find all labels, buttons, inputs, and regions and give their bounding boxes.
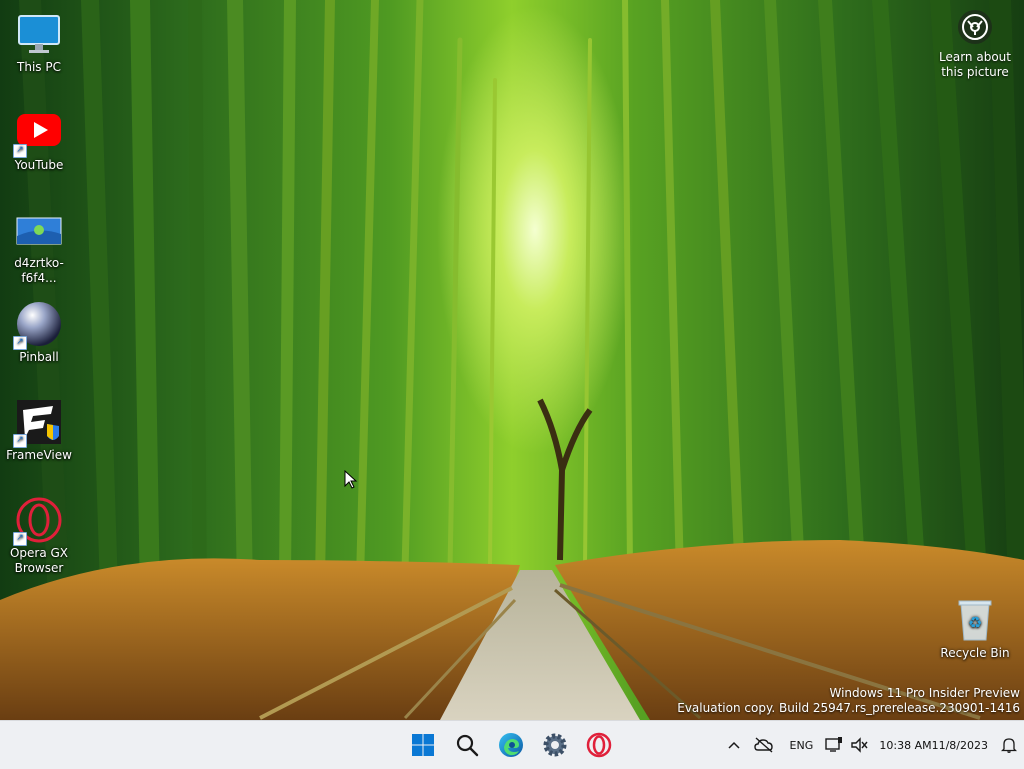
shortcut-arrow-icon: ↗ [13,336,27,350]
desktop-icon-label: Recycle Bin [940,646,1010,660]
speaker-muted-icon [851,737,868,753]
edge-icon [499,733,523,757]
camera-info-icon [958,10,992,44]
search-icon [456,734,479,757]
watermark-edition: Windows 11 Pro Insider Preview [829,686,1020,700]
mouse-cursor-icon [344,470,358,489]
desktop-icon-label: FrameView [6,448,72,462]
opera-gx-icon: ↗ [13,496,63,546]
system-tray: ENG 10:38 AM 11/8/2023 [721,721,1024,769]
edge-button[interactable] [492,726,530,764]
settings-button[interactable] [536,726,574,764]
opera-gx-icon [586,732,612,758]
network-monitor-icon [825,737,843,752]
learn-about-label: Learn about this picture [939,50,1011,79]
desktop-icon-image-file[interactable]: d4zrtko-f6f4... [0,206,78,286]
chevron-up-icon [728,741,740,749]
image-file-icon [15,206,63,254]
bell-icon [1001,738,1017,753]
recycle-bin-icon: ♻ [951,596,999,644]
show-hidden-icons-button[interactable] [721,721,747,769]
svg-text:♻: ♻ [968,613,982,632]
desktop-icon-frameview[interactable]: ↗ FrameView [0,398,78,463]
youtube-icon: ↗ [13,108,63,158]
settings-gear-icon [543,733,567,757]
desktop-icon-this-pc[interactable]: This PC [0,10,78,75]
desktop-icon-label: This PC [17,60,61,74]
network-button[interactable] [821,721,847,769]
desktop-icon-recycle-bin[interactable]: ♻ Recycle Bin [936,596,1014,661]
search-button[interactable] [448,726,486,764]
bamboo-forest-image [0,0,1024,720]
watermark-build: Evaluation copy. Build 25947.rs_prerelea… [677,701,1020,715]
opera-gx-button[interactable] [580,726,618,764]
notifications-button[interactable] [994,721,1024,769]
start-button[interactable] [404,726,442,764]
desktop-icon-label: d4zrtko-f6f4... [14,256,64,285]
windows-start-icon [412,734,434,756]
desktop-icon-pinball[interactable]: ↗ Pinball [0,300,78,365]
onedrive-button[interactable] [747,721,781,769]
frameview-icon: ↗ [13,398,63,448]
language-indicator[interactable]: ENG [781,721,821,769]
desktop-icon-opera-gx[interactable]: ↗ Opera GX Browser [0,496,78,576]
clock-time: 10:38 AM [879,738,932,752]
build-watermark: Windows 11 Pro Insider Preview Evaluatio… [677,686,1020,716]
desktop-icon-youtube[interactable]: ↗ YouTube [0,108,78,173]
shortcut-arrow-icon: ↗ [13,144,27,158]
desktop-icon-label: Pinball [19,350,59,364]
taskbar: ENG 10:38 AM 11/8/2023 [0,720,1024,769]
monitor-icon [15,10,63,58]
taskbar-apps [404,721,618,769]
desktop-wallpaper [0,0,1024,720]
desktop-icon-label: YouTube [14,158,64,172]
volume-button[interactable] [847,721,873,769]
learn-about-picture[interactable]: Learn about this picture [935,10,1015,80]
desktop-icon-label: Opera GX Browser [9,546,69,575]
pinball-icon: ↗ [13,300,63,350]
clock-button[interactable]: 10:38 AM 11/8/2023 [873,738,994,753]
cloud-off-icon [754,737,774,753]
clock-date: 11/8/2023 [931,738,988,752]
shortcut-arrow-icon: ↗ [13,532,27,546]
shortcut-arrow-icon: ↗ [13,434,27,448]
